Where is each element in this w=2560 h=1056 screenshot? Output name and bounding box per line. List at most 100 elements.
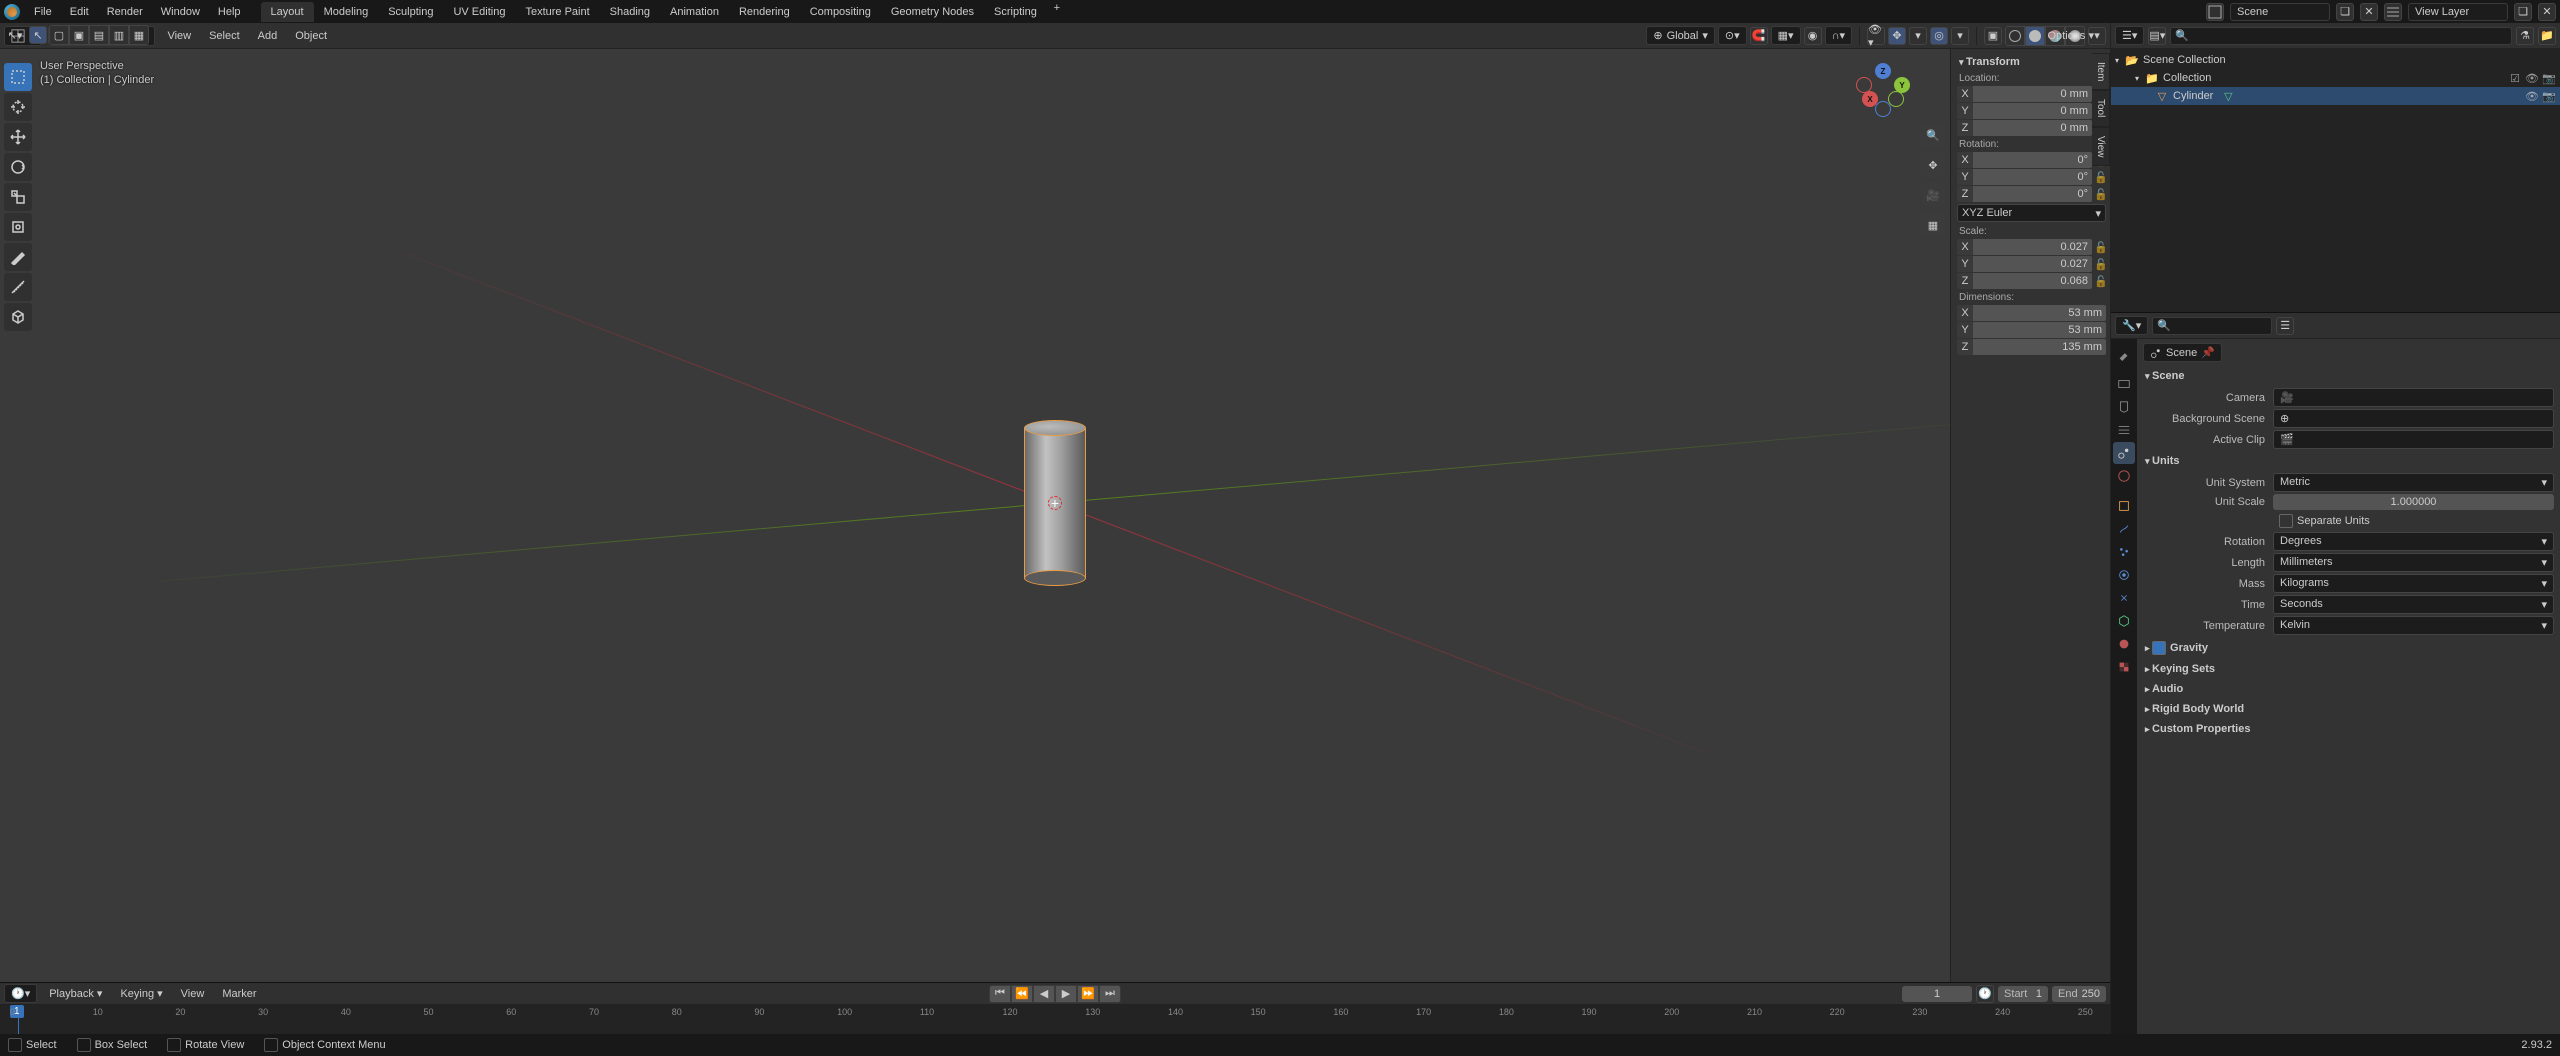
dim-z-field[interactable]: 135 mm <box>1973 339 2106 355</box>
gizmo-options[interactable]: ▾ <box>1909 27 1927 45</box>
orientation-selector[interactable]: ⊕ Global ▾ <box>1646 26 1715 45</box>
ptab-output[interactable] <box>2113 396 2135 418</box>
viewlayer-browse-icon[interactable] <box>2384 3 2402 21</box>
scene-panel-header[interactable]: Scene <box>2143 366 2554 386</box>
select-mode-new[interactable]: ▢ <box>49 25 69 45</box>
ptab-physics[interactable] <box>2113 564 2135 586</box>
n-tab-item[interactable]: Item <box>2092 53 2110 90</box>
ptab-particles[interactable] <box>2113 541 2135 563</box>
unit-system-dropdown[interactable]: Metric▾ <box>2273 473 2554 492</box>
play-button[interactable]: ▶ <box>1055 985 1077 1003</box>
unit-length-dropdown[interactable]: Millimeters▾ <box>2273 553 2554 572</box>
workspace-tab-compositing[interactable]: Compositing <box>800 2 881 22</box>
ptab-constraints[interactable] <box>2113 587 2135 609</box>
loc-y-field[interactable]: 0 mm <box>1973 103 2092 119</box>
outliner-scene-collection[interactable]: 📂 Scene Collection <box>2111 51 2560 69</box>
loc-x-field[interactable]: 0 mm <box>1973 86 2092 102</box>
workspace-tab-sculpting[interactable]: Sculpting <box>378 2 443 22</box>
select-mode-and[interactable]: ▦ <box>129 25 149 45</box>
gravity-panel-header[interactable]: Gravity <box>2143 637 2554 659</box>
activeclip-field[interactable]: 🎬 <box>2273 430 2554 449</box>
loc-z-field[interactable]: 0 mm <box>1973 120 2092 136</box>
separate-units-checkbox[interactable] <box>2279 514 2293 528</box>
rotation-mode-dropdown[interactable]: XYZ Euler ▾ <box>1957 204 2106 222</box>
current-frame-field[interactable]: 1 <box>1902 986 1972 1002</box>
play-reverse-button[interactable]: ◀ <box>1033 985 1055 1003</box>
n-tab-tool[interactable]: Tool <box>2092 90 2110 126</box>
navigation-gizmo[interactable]: Z Y X <box>1856 63 1910 117</box>
workspace-tab-rendering[interactable]: Rendering <box>729 2 800 22</box>
tool-select-box[interactable] <box>4 63 32 91</box>
ptab-world[interactable] <box>2113 465 2135 487</box>
scene-browse-icon[interactable] <box>2206 3 2224 21</box>
end-frame-field[interactable]: End250 <box>2052 986 2106 1002</box>
rigidbody-panel-header[interactable]: Rigid Body World <box>2143 699 2554 719</box>
overlays-options[interactable]: ▾ <box>1951 27 1969 45</box>
jump-next-keyframe-button[interactable]: ⏩ <box>1077 985 1099 1003</box>
camera-field[interactable]: 🎥 <box>2273 388 2554 407</box>
menu-window[interactable]: Window <box>153 2 208 22</box>
gravity-checkbox[interactable] <box>2152 641 2166 655</box>
workspace-add-button[interactable]: + <box>1047 2 1067 22</box>
hide-viewport-icon[interactable]: 👁 <box>2525 71 2539 85</box>
snap-target[interactable]: ▦▾ <box>1771 26 1801 45</box>
rot-y-field[interactable]: 0° <box>1973 169 2092 185</box>
scene-name-field[interactable]: Scene <box>2230 3 2330 21</box>
ptab-tool[interactable] <box>2113 343 2135 365</box>
xray-toggle[interactable]: ▣ <box>1984 27 2002 45</box>
perspective-toggle-icon[interactable]: ▦ <box>1921 213 1945 237</box>
outliner-new-collection-icon[interactable]: 📁 <box>2538 27 2556 45</box>
keying-panel-header[interactable]: Keying Sets <box>2143 659 2554 679</box>
outliner-collection[interactable]: 📁 Collection ☑👁📷 <box>2111 69 2560 87</box>
hide-viewport-icon[interactable]: 👁 <box>2525 89 2539 103</box>
viewlayer-new-icon[interactable]: ❏ <box>2514 3 2532 21</box>
rot-z-field[interactable]: 0° <box>1973 186 2092 202</box>
proportional-edit-toggle[interactable]: ◉ <box>1804 27 1822 45</box>
visibility-selectability-icon[interactable]: 👁▾ <box>1867 27 1885 45</box>
tool-move[interactable] <box>4 123 32 151</box>
unit-temp-dropdown[interactable]: Kelvin▾ <box>2273 616 2554 635</box>
bgscene-field[interactable]: ⊕ <box>2273 409 2554 428</box>
n-tab-view[interactable]: View <box>2092 127 2110 167</box>
select-mode-sub[interactable]: ▤ <box>89 25 109 45</box>
timeline-ruler[interactable]: 0102030405060708090100110120130140150160… <box>0 1005 2110 1034</box>
rot-x-field[interactable]: 0° <box>1973 152 2092 168</box>
options-dropdown[interactable]: Options ▾ <box>2040 25 2103 46</box>
scale-y-lock[interactable]: 🔓 <box>2094 258 2106 271</box>
timeline-editor-type[interactable]: 🕐▾ <box>4 984 37 1003</box>
viewport-menu-object[interactable]: Object <box>289 26 333 46</box>
rot-y-lock[interactable]: 🔓 <box>2094 171 2106 184</box>
properties-options-icon[interactable]: ☰ <box>2276 317 2294 335</box>
tool-annotate[interactable] <box>4 243 32 271</box>
outliner-filter-icon[interactable]: ⚗ <box>2516 27 2534 45</box>
menu-help[interactable]: Help <box>210 2 249 22</box>
properties-search[interactable]: 🔍 <box>2152 317 2272 335</box>
unit-rotation-dropdown[interactable]: Degrees▾ <box>2273 532 2554 551</box>
dim-x-field[interactable]: 53 mm <box>1973 305 2106 321</box>
workspace-tab-scripting[interactable]: Scripting <box>984 2 1047 22</box>
scale-x-lock[interactable]: 🔓 <box>2094 241 2106 254</box>
scale-z-lock[interactable]: 🔓 <box>2094 275 2106 288</box>
tool-add-cube[interactable] <box>4 303 32 331</box>
ptab-scene[interactable] <box>2113 442 2135 464</box>
outliner-display-mode[interactable]: ▤▾ <box>2148 27 2166 45</box>
scale-y-field[interactable]: 0.027 <box>1973 256 2092 272</box>
jump-to-end-button[interactable]: ⏭ <box>1099 985 1121 1003</box>
ptab-data[interactable] <box>2113 610 2135 632</box>
select-mode-tweak[interactable]: ↖ <box>29 26 47 44</box>
pivot-selector[interactable]: ⊙▾ <box>1718 26 1747 45</box>
properties-breadcrumb[interactable]: Scene 📌 <box>2143 343 2222 362</box>
scale-z-field[interactable]: 0.068 <box>1973 273 2092 289</box>
gizmo-axis-z[interactable]: Z <box>1875 63 1891 79</box>
ptab-object[interactable] <box>2113 495 2135 517</box>
select-mode-add[interactable]: ▣ <box>69 25 89 45</box>
viewlayer-name-field[interactable]: View Layer <box>2408 3 2508 21</box>
audio-panel-header[interactable]: Audio <box>2143 679 2554 699</box>
snap-toggle[interactable]: 🧲 <box>1750 27 1768 45</box>
camera-view-icon[interactable]: 🎥 <box>1921 183 1945 207</box>
zoom-icon[interactable]: 🔍 <box>1921 123 1945 147</box>
scene-new-icon[interactable]: ❏ <box>2336 3 2354 21</box>
menu-render[interactable]: Render <box>99 2 151 22</box>
move-view-icon[interactable]: ✥ <box>1921 153 1945 177</box>
gizmo-axis-neg-x[interactable] <box>1856 77 1872 93</box>
